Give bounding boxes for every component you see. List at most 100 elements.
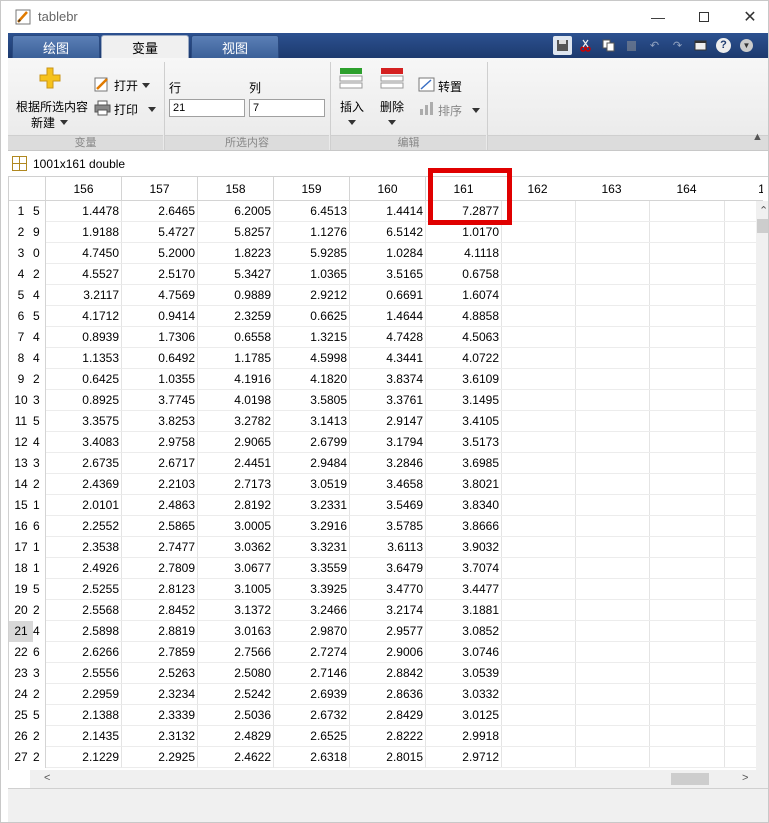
grid-cell[interactable]: [649, 579, 725, 600]
grid-cell[interactable]: [500, 663, 576, 684]
grid-cell[interactable]: 3.8021: [426, 474, 502, 495]
row-header[interactable]: 25: [9, 705, 33, 726]
grid-cell[interactable]: 2.8123: [122, 579, 198, 600]
grid-cell[interactable]: 3.0852: [426, 621, 502, 642]
grid-cell[interactable]: 3.0362: [198, 537, 274, 558]
grid-cell[interactable]: [574, 474, 650, 495]
grid-cell[interactable]: 2.9918: [426, 726, 502, 747]
grid-cell[interactable]: 2.8452: [122, 600, 198, 621]
grid-cell[interactable]: [574, 432, 650, 453]
grid-cell[interactable]: 1.3215: [274, 327, 350, 348]
grid-cell[interactable]: [500, 432, 576, 453]
grid-cell[interactable]: 2.3538: [46, 537, 122, 558]
grid-cell[interactable]: 3.3925: [274, 579, 350, 600]
column-header[interactable]: 159: [274, 177, 350, 201]
grid-cell[interactable]: 4.7450: [46, 243, 122, 264]
grid-cell[interactable]: 2.5263: [122, 663, 198, 684]
grid-cell[interactable]: [649, 684, 725, 705]
grid-cell[interactable]: 3.3231: [274, 537, 350, 558]
row-header[interactable]: 26: [9, 726, 33, 747]
partial-cell[interactable]: 3: [33, 663, 46, 684]
grid-cell[interactable]: 3.7745: [122, 390, 198, 411]
grid-cell[interactable]: [500, 327, 576, 348]
grid-cell[interactable]: 2.7274: [274, 642, 350, 663]
grid-cell[interactable]: [574, 390, 650, 411]
column-header[interactable]: 156: [46, 177, 122, 201]
grid-cell[interactable]: 2.8636: [350, 684, 426, 705]
row-header[interactable]: 16: [9, 516, 33, 537]
grid-cell[interactable]: 4.7569: [122, 285, 198, 306]
grid-cell[interactable]: 2.5255: [46, 579, 122, 600]
grid-cell[interactable]: 0.9889: [198, 285, 274, 306]
grid-cell[interactable]: 3.9032: [426, 537, 502, 558]
grid-cell[interactable]: 2.5556: [46, 663, 122, 684]
grid-cell[interactable]: [500, 285, 576, 306]
grid-cell[interactable]: 3.1372: [198, 600, 274, 621]
grid-cell[interactable]: 1.1785: [198, 348, 274, 369]
grid-cell[interactable]: 0.9414: [122, 306, 198, 327]
grid-cell[interactable]: 2.5242: [198, 684, 274, 705]
row-input[interactable]: [169, 99, 245, 117]
grid-cell[interactable]: [649, 327, 725, 348]
grid-cell[interactable]: [574, 243, 650, 264]
row-header[interactable]: 4: [9, 264, 33, 285]
grid-cell[interactable]: 4.1118: [426, 243, 502, 264]
grid-cell[interactable]: [500, 453, 576, 474]
partial-cell[interactable]: 2: [33, 747, 46, 768]
row-header[interactable]: 19: [9, 579, 33, 600]
grid-cell[interactable]: 3.2117: [46, 285, 122, 306]
undo-icon[interactable]: ↶: [645, 36, 664, 55]
grid-cell[interactable]: 2.9712: [426, 747, 502, 768]
grid-cell[interactable]: 2.6266: [46, 642, 122, 663]
grid-cell[interactable]: [649, 306, 725, 327]
cut-icon[interactable]: [576, 36, 595, 55]
switch-windows-icon[interactable]: [691, 36, 710, 55]
grid-cell[interactable]: 4.0722: [426, 348, 502, 369]
grid-cell[interactable]: 3.2846: [350, 453, 426, 474]
grid-cell[interactable]: [574, 600, 650, 621]
redo-icon[interactable]: ↷: [668, 36, 687, 55]
partial-cell[interactable]: 9: [33, 222, 46, 243]
grid-cell[interactable]: [649, 432, 725, 453]
grid-cell[interactable]: 2.4829: [198, 726, 274, 747]
row-header[interactable]: 15: [9, 495, 33, 516]
row-header[interactable]: 9: [9, 369, 33, 390]
grid-cell[interactable]: 1.4644: [350, 306, 426, 327]
grid-cell[interactable]: 2.8222: [350, 726, 426, 747]
grid-cell[interactable]: 0.6492: [122, 348, 198, 369]
grid-cell[interactable]: 3.0519: [274, 474, 350, 495]
grid-cell[interactable]: [649, 642, 725, 663]
grid-cell[interactable]: [500, 264, 576, 285]
row-header[interactable]: 14: [9, 474, 33, 495]
grid-cell[interactable]: 1.0170: [426, 222, 502, 243]
vertical-scroll-thumb[interactable]: [757, 219, 768, 233]
grid-cell[interactable]: 3.4658: [350, 474, 426, 495]
grid-cell[interactable]: [574, 453, 650, 474]
tab-view[interactable]: 视图: [191, 35, 279, 58]
grid-cell[interactable]: 3.0677: [198, 558, 274, 579]
grid-cell[interactable]: 1.1276: [274, 222, 350, 243]
print-icon[interactable]: [94, 100, 111, 116]
grid-cell[interactable]: 3.1881: [426, 600, 502, 621]
grid-cell[interactable]: [574, 621, 650, 642]
grid-cell[interactable]: 4.0198: [198, 390, 274, 411]
row-header[interactable]: 20: [9, 600, 33, 621]
grid-cell[interactable]: 2.9870: [274, 621, 350, 642]
row-header[interactable]: 10: [9, 390, 33, 411]
column-input[interactable]: [249, 99, 325, 117]
horizontal-scroll-thumb[interactable]: [671, 773, 709, 785]
grid-cell[interactable]: 3.3761: [350, 390, 426, 411]
grid-cell[interactable]: 2.5865: [122, 516, 198, 537]
grid-cell[interactable]: 3.8340: [426, 495, 502, 516]
grid-cell[interactable]: [500, 306, 576, 327]
grid-cell[interactable]: 2.8819: [122, 621, 198, 642]
grid-cell[interactable]: 3.5785: [350, 516, 426, 537]
grid-cell[interactable]: 2.8192: [198, 495, 274, 516]
new-dropdown-icon[interactable]: [60, 120, 68, 125]
collapse-ribbon-icon[interactable]: ▲: [752, 131, 763, 143]
grid-cell[interactable]: 4.5998: [274, 348, 350, 369]
grid-cell[interactable]: [649, 726, 725, 747]
row-header[interactable]: 27: [9, 747, 33, 768]
grid-cell[interactable]: 2.4622: [198, 747, 274, 768]
grid-cell[interactable]: [574, 684, 650, 705]
